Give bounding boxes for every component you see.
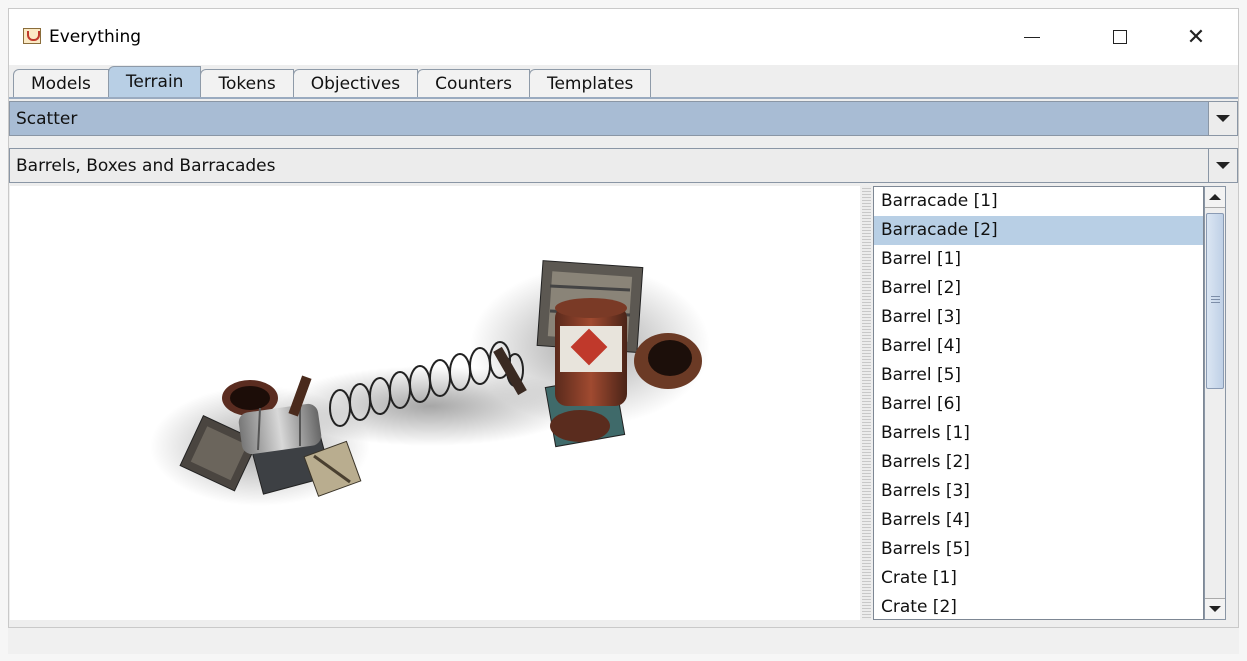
list-item[interactable]: Barrels [1] bbox=[874, 419, 1203, 448]
list-scrollbar[interactable] bbox=[1204, 186, 1226, 620]
subcategory-dropdown[interactable]: Barrels, Boxes and Barracades bbox=[9, 148, 1238, 183]
maximize-icon bbox=[1113, 30, 1127, 44]
app-window: Everything ✕ Models Terrain Tokens Objec… bbox=[8, 8, 1239, 628]
terrain-preview-image bbox=[150, 260, 710, 506]
list-item[interactable]: Barrels [3] bbox=[874, 477, 1203, 506]
chevron-down-icon bbox=[1209, 606, 1221, 612]
category-dropdown[interactable]: Scatter bbox=[9, 101, 1238, 136]
list-item[interactable]: Barrel [5] bbox=[874, 361, 1203, 390]
list-item[interactable]: Barrel [1] bbox=[874, 245, 1203, 274]
list-item[interactable]: Barrel [3] bbox=[874, 303, 1203, 332]
close-button[interactable]: ✕ bbox=[1173, 19, 1219, 55]
splitter-handle[interactable] bbox=[862, 186, 871, 620]
tab-strip: Models Terrain Tokens Objectives Counter… bbox=[13, 65, 1233, 97]
java-cup-icon bbox=[23, 28, 41, 44]
list-item[interactable]: Barrel [6] bbox=[874, 390, 1203, 419]
tab-divider bbox=[9, 97, 1238, 99]
list-item[interactable]: Barrel [2] bbox=[874, 274, 1203, 303]
list-item[interactable]: Barracade [1] bbox=[874, 187, 1203, 216]
category-dropdown-button[interactable] bbox=[1208, 102, 1237, 135]
grip-icon bbox=[1211, 296, 1220, 304]
list-item[interactable]: Crate [1] bbox=[874, 564, 1203, 593]
chevron-down-icon bbox=[1216, 162, 1230, 169]
tab-terrain[interactable]: Terrain bbox=[107, 66, 202, 97]
tab-objectives[interactable]: Objectives bbox=[292, 69, 419, 97]
tab-counters[interactable]: Counters bbox=[417, 69, 530, 97]
chevron-down-icon bbox=[1216, 115, 1230, 122]
list-item[interactable]: Barrel [4] bbox=[874, 332, 1203, 361]
minimize-button[interactable] bbox=[1009, 19, 1055, 55]
scroll-down-button[interactable] bbox=[1205, 598, 1225, 619]
list-item[interactable]: Barrels [2] bbox=[874, 448, 1203, 477]
list-item[interactable]: Barrels [4] bbox=[874, 506, 1203, 535]
list-item[interactable]: Barrels [5] bbox=[874, 535, 1203, 564]
subcategory-dropdown-button[interactable] bbox=[1208, 149, 1237, 182]
scroll-up-button[interactable] bbox=[1205, 187, 1225, 208]
window-footer bbox=[8, 628, 1239, 654]
maximize-button[interactable] bbox=[1097, 19, 1143, 55]
scroll-thumb[interactable] bbox=[1206, 213, 1224, 389]
close-icon: ✕ bbox=[1186, 24, 1206, 50]
category-dropdown-value: Scatter bbox=[16, 108, 78, 129]
chevron-up-icon bbox=[1209, 194, 1221, 200]
terrain-preview bbox=[10, 186, 860, 620]
tab-tokens[interactable]: Tokens bbox=[200, 69, 294, 97]
list-item-selected[interactable]: Barracade [2] bbox=[874, 216, 1203, 245]
title-bar: Everything ✕ bbox=[9, 9, 1238, 65]
tab-templates[interactable]: Templates bbox=[528, 69, 652, 97]
tab-models[interactable]: Models bbox=[13, 69, 109, 97]
list-item[interactable]: Crate [2] bbox=[874, 593, 1203, 619]
subcategory-dropdown-value: Barrels, Boxes and Barracades bbox=[16, 155, 276, 176]
minimize-icon bbox=[1024, 36, 1040, 38]
window-title: Everything bbox=[49, 27, 142, 47]
item-list: Barracade [1] Barracade [2] Barrel [1] B… bbox=[873, 186, 1204, 620]
